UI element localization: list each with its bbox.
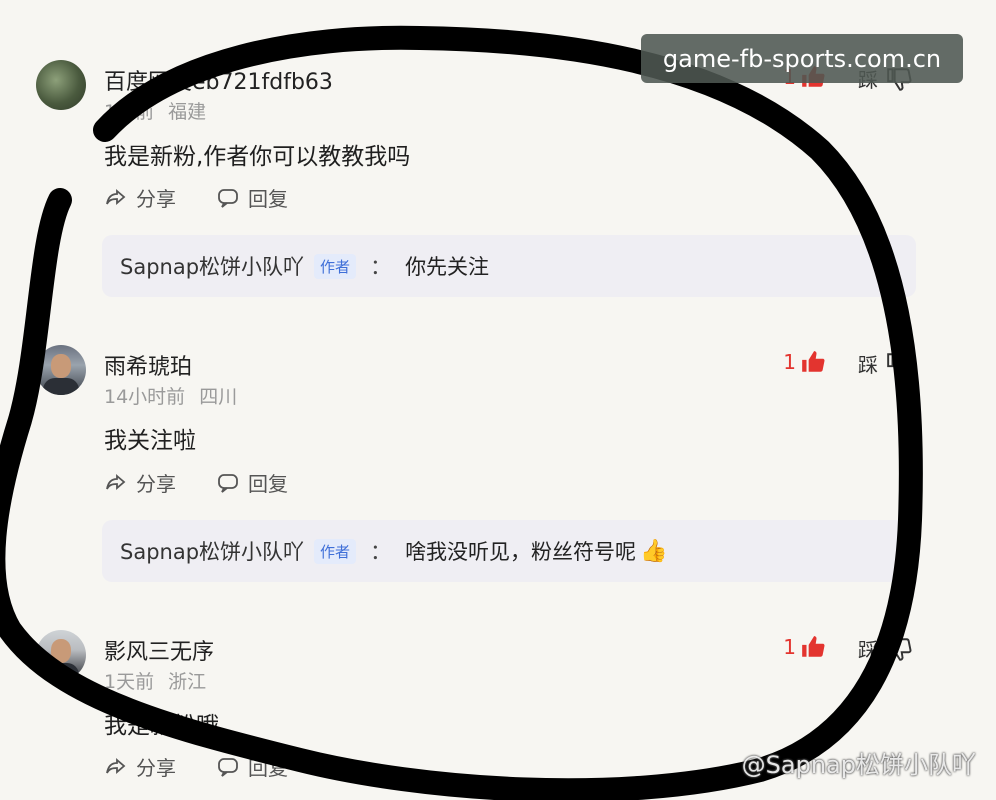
- share-icon: [106, 473, 126, 490]
- share-icon: [106, 757, 126, 774]
- watermark-site: game-fb-sports.com.cn: [641, 34, 963, 83]
- dislike-label: 踩: [858, 638, 878, 662]
- reply-button[interactable]: 回复: [216, 468, 288, 497]
- reply-text: 啥我没听见，粉丝符号呢: [405, 540, 637, 564]
- comment-text: 我关注啦: [104, 428, 196, 454]
- dislike-label: 踩: [858, 353, 878, 377]
- comment-author-name[interactable]: 百度网友eb721fdfb63: [104, 64, 333, 96]
- share-button[interactable]: 分享: [104, 468, 176, 497]
- comment-time: 14小时前: [104, 386, 186, 408]
- thumbs-down-icon: [887, 352, 912, 376]
- comment-location: 浙江: [168, 671, 207, 693]
- reply-label: 回复: [248, 756, 288, 780]
- author-badge: 作者: [314, 253, 357, 279]
- reply-button[interactable]: 回复: [216, 183, 288, 212]
- avatar[interactable]: [36, 345, 86, 395]
- share-icon: [106, 188, 126, 205]
- like-button[interactable]: 1: [783, 634, 826, 660]
- reply-button[interactable]: 回复: [216, 752, 288, 781]
- comment-meta: 1天前 福建: [104, 97, 220, 124]
- share-label: 分享: [136, 756, 176, 780]
- like-count: 1: [783, 635, 796, 659]
- avatar[interactable]: [36, 630, 86, 680]
- share-button[interactable]: 分享: [104, 183, 176, 212]
- avatar[interactable]: [36, 60, 86, 110]
- dislike-button[interactable]: 踩: [858, 634, 912, 663]
- share-label: 分享: [136, 472, 176, 496]
- reply-colon: ：: [370, 255, 392, 279]
- comment-author-name[interactable]: 雨希琥珀: [104, 349, 192, 381]
- comment-meta: 1天前 浙江: [104, 667, 220, 694]
- reply-label: 回复: [248, 187, 288, 211]
- reply-author-name[interactable]: Sapnap松饼小队吖: [120, 536, 304, 566]
- comment-meta: 14小时前 四川: [104, 382, 251, 409]
- comment-time: 1天前: [104, 101, 155, 123]
- comment-actions: 分享 回复: [104, 183, 288, 212]
- comment-actions: 分享 回复: [104, 468, 288, 497]
- thumbs-up-emoji-icon: 👍: [640, 538, 668, 564]
- like-button[interactable]: 1: [783, 349, 826, 375]
- comment-author-name[interactable]: 影风三无序: [104, 634, 214, 666]
- comment-bubble-icon: [218, 757, 238, 777]
- comment-time: 1天前: [104, 671, 155, 693]
- watermark-author: @Sapnap松饼小队吖: [741, 751, 976, 779]
- author-badge: 作者: [314, 538, 357, 564]
- comment-actions: 分享 回复: [104, 752, 288, 781]
- author-reply[interactable]: Sapnap松饼小队吖 作者 ： 啥我没听见，粉丝符号呢 👍: [102, 520, 916, 582]
- share-label: 分享: [136, 187, 176, 211]
- like-count: 1: [783, 350, 796, 374]
- comment-location: 四川: [199, 386, 238, 408]
- comment-location: 福建: [168, 101, 207, 123]
- thumbs-up-icon: [802, 636, 825, 657]
- comment-bubble-icon: [218, 188, 238, 208]
- reply-author-name[interactable]: Sapnap松饼小队吖: [120, 251, 304, 281]
- comment-bubble-icon: [218, 473, 238, 493]
- reply-text: 你先关注: [405, 255, 490, 279]
- comment-text: 我是新粉,作者你可以教教我吗: [104, 144, 411, 170]
- thumbs-up-icon: [802, 351, 825, 372]
- author-reply[interactable]: Sapnap松饼小队吖 作者 ： 你先关注: [102, 235, 916, 297]
- comment-text: 我是新粉哦: [104, 713, 219, 739]
- dislike-button[interactable]: 踩: [858, 349, 912, 378]
- reply-colon: ：: [370, 540, 392, 564]
- share-button[interactable]: 分享: [104, 752, 176, 781]
- thumbs-down-icon: [887, 637, 912, 661]
- reply-label: 回复: [248, 472, 288, 496]
